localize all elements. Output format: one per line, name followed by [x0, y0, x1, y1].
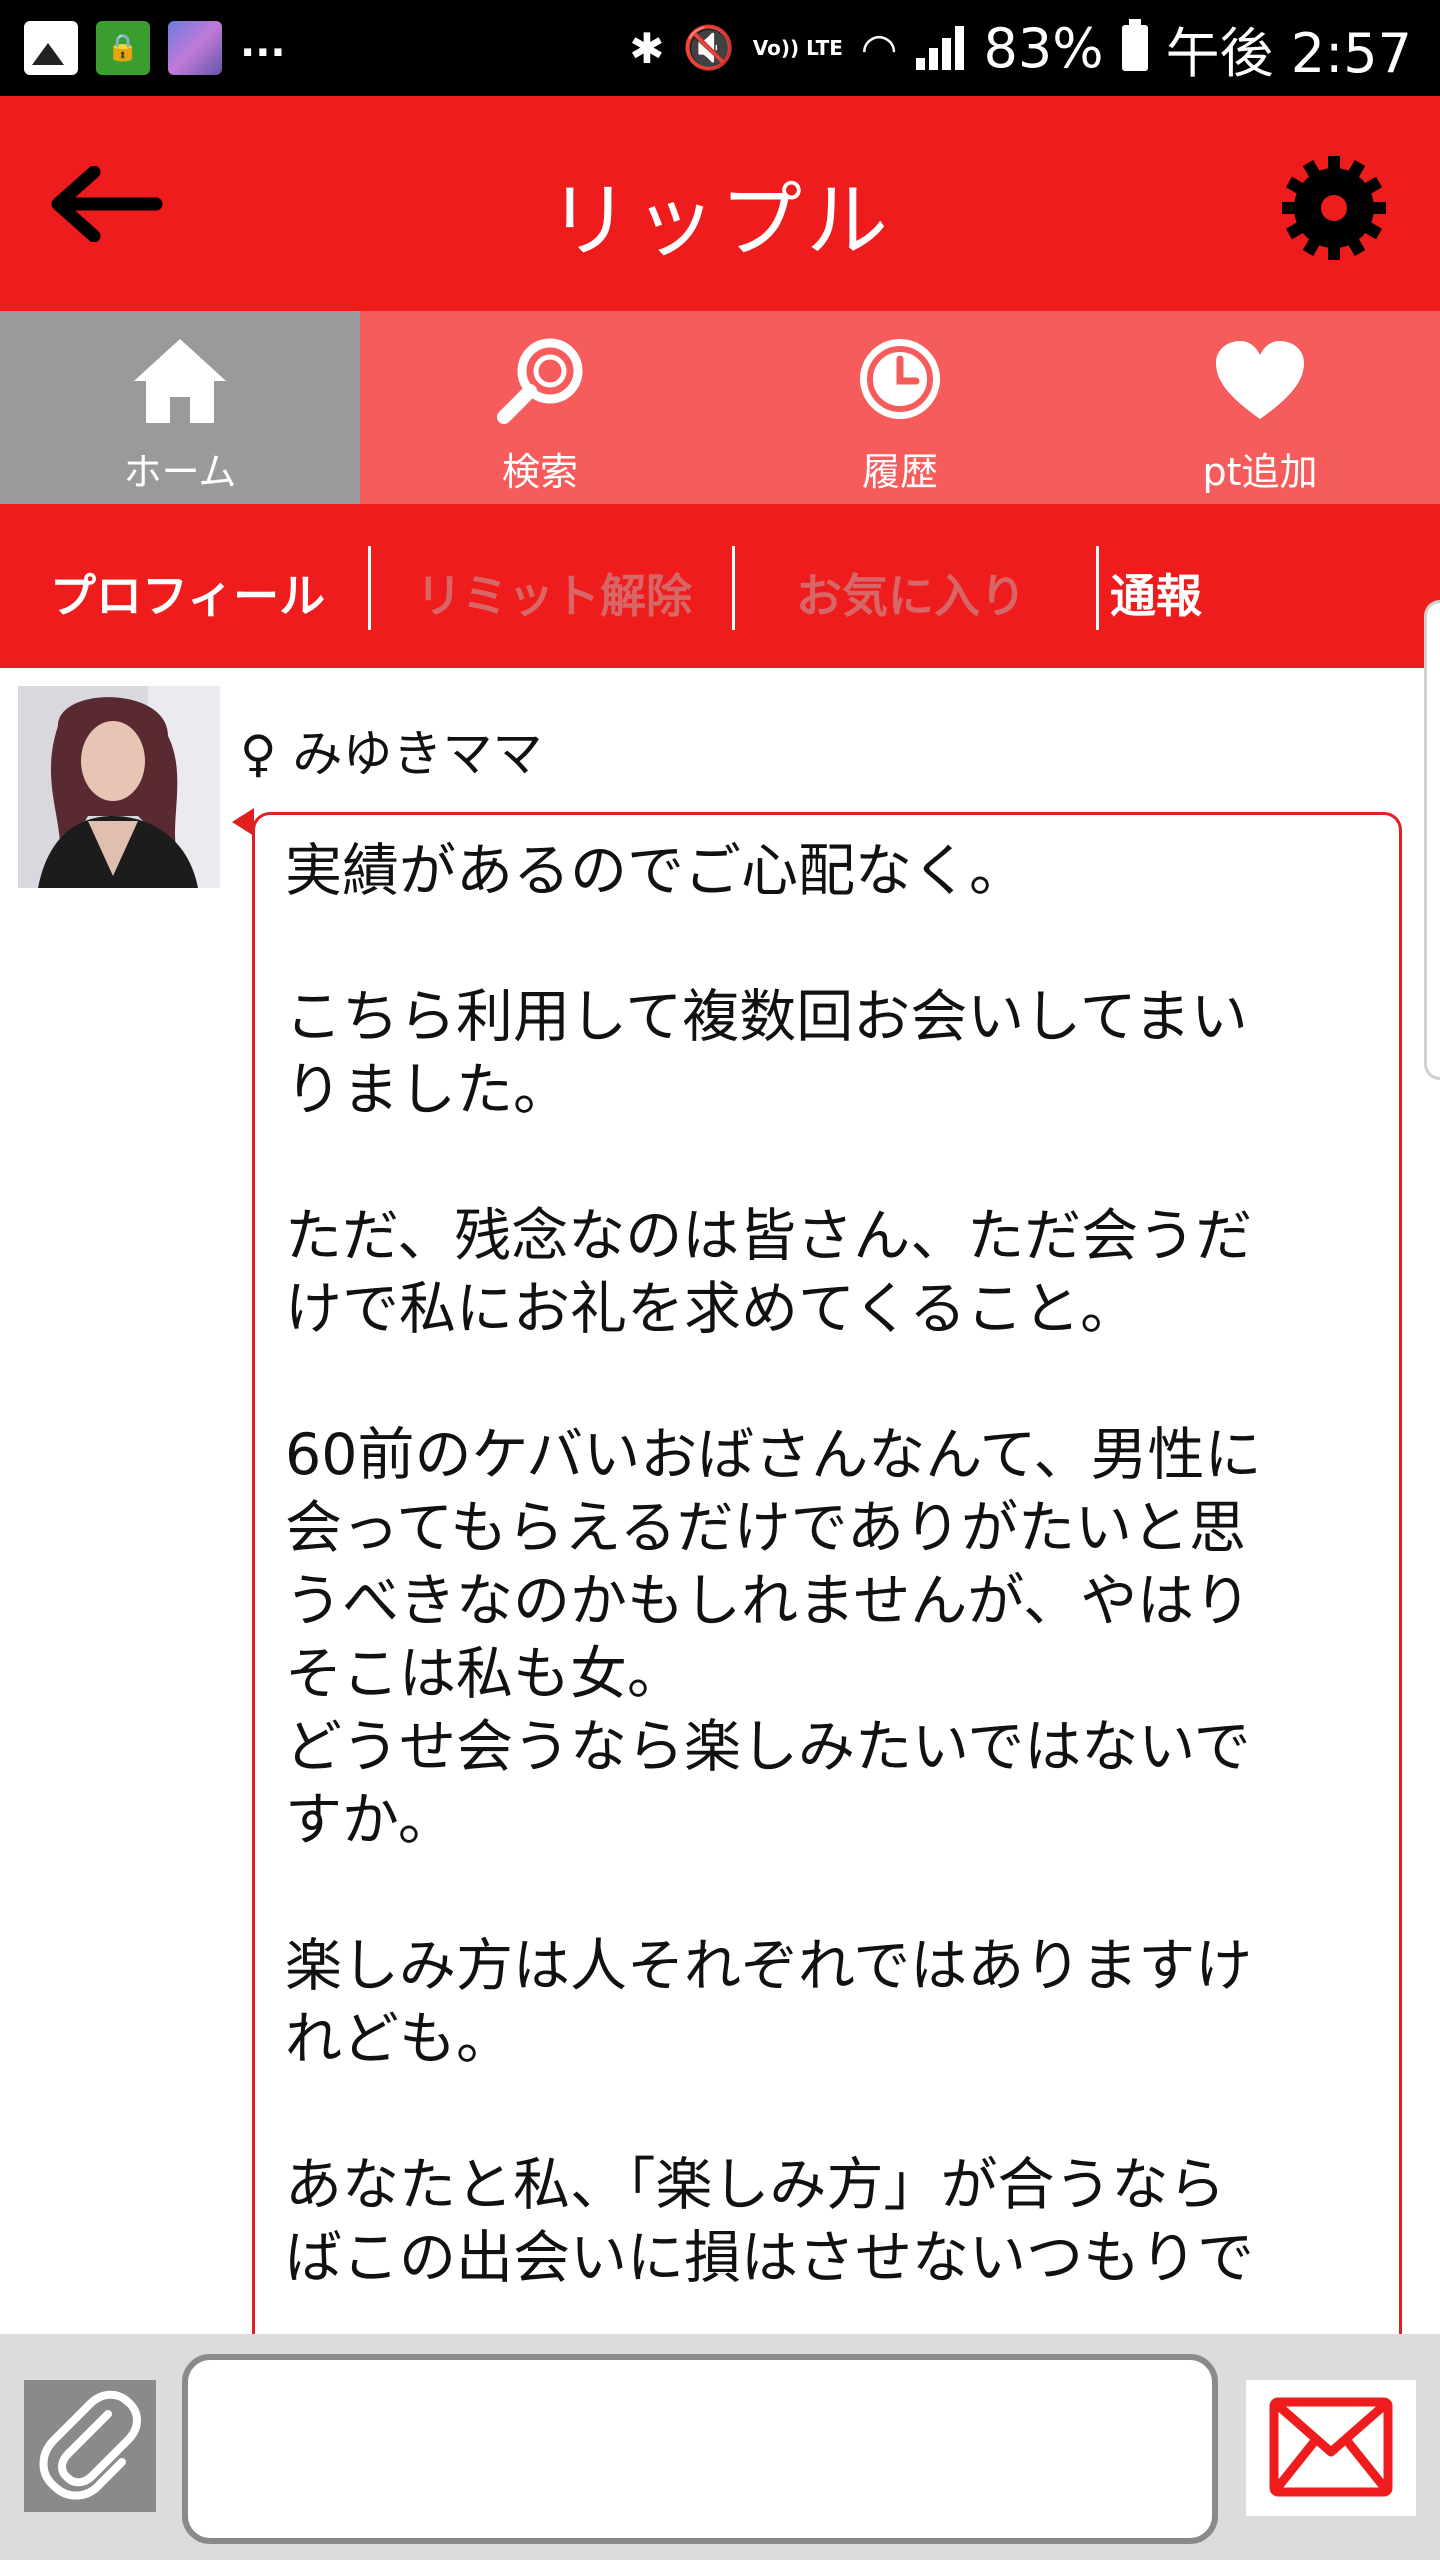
message-text: 実績があるのでご心配なく。 こちら利用して複数回お会いしてまい りました。 ただ…	[285, 838, 1262, 2291]
chat-notification-icon: 🔒	[96, 21, 150, 75]
message-bubble: 実績があるのでご心配なく。 こちら利用して複数回お会いしてまい りました。 ただ…	[252, 812, 1402, 2412]
tab-divider	[1096, 546, 1099, 630]
nav-add-points[interactable]: pt追加	[1080, 311, 1440, 504]
profile-name-row[interactable]: ♀ みゆきママ	[240, 714, 543, 786]
nav-search-label: 検索	[501, 450, 578, 494]
attach-button[interactable]	[24, 2380, 156, 2512]
heart-icon	[1216, 341, 1304, 419]
mute-icon: 🔇	[682, 23, 735, 72]
tab-divider	[732, 546, 735, 630]
paperclip-icon	[39, 2390, 141, 2500]
photo-notification-icon	[168, 21, 222, 75]
gear-icon	[1282, 156, 1386, 260]
battery-percent: 83%	[983, 16, 1104, 80]
nav-history-label: 履歴	[861, 450, 938, 494]
tab-report[interactable]: 通報	[1110, 560, 1202, 626]
notification-icons: 🔒 ...	[24, 18, 286, 78]
clock-time: 午後 2:57	[1165, 21, 1412, 85]
tab-profile[interactable]: プロフィール	[50, 560, 325, 626]
nav-home-label: ホーム	[123, 450, 237, 494]
scroll-indicator[interactable]	[1424, 600, 1440, 1080]
avatar-photo	[18, 686, 220, 888]
bubble-tail	[232, 808, 254, 836]
send-button[interactable]	[1246, 2380, 1416, 2516]
profile-name: みゆきママ	[292, 725, 543, 783]
app-title: リップル	[547, 174, 892, 269]
settings-button[interactable]	[1280, 154, 1388, 262]
wifi-icon: ◠	[860, 23, 898, 73]
volte-lte-indicator: Vo)) LTE	[752, 36, 843, 60]
tab-favorite[interactable]: お気に入り	[796, 560, 1026, 626]
tab-divider	[368, 546, 371, 630]
nav-home[interactable]: ホーム	[0, 311, 360, 504]
female-icon: ♀	[240, 725, 277, 783]
search-icon	[497, 338, 583, 424]
message-input[interactable]	[182, 2354, 1218, 2544]
nav-add-points-label: pt追加	[1202, 450, 1318, 494]
clock-icon	[860, 339, 940, 419]
avatar[interactable]	[18, 686, 220, 888]
sub-tabs: プロフィール リミット解除 お気に入り 通報	[0, 504, 1440, 668]
signal-icon	[915, 26, 966, 70]
nav-history[interactable]: 履歴	[720, 311, 1080, 504]
battery-icon	[1121, 19, 1148, 71]
bluetooth-icon: ✱	[629, 23, 665, 73]
mail-icon	[1269, 2397, 1393, 2497]
compose-bar	[0, 2334, 1440, 2560]
home-icon	[134, 339, 226, 423]
main-nav: ホーム 検索 履歴 pt追加	[0, 311, 1440, 504]
tab-limit-release[interactable]: リミット解除	[416, 560, 692, 626]
status-bar: 🔒 ... ✱ 🔇 Vo)) LTE ◠ 83% 午後 2:57	[0, 0, 1440, 96]
more-notifications: ...	[240, 20, 286, 66]
nav-search[interactable]: 検索	[360, 311, 720, 504]
system-icons: ✱ 🔇 Vo)) LTE ◠ 83% 午後 2:57	[629, 10, 1412, 86]
gallery-notification-icon	[24, 21, 78, 75]
app-bar: リップル	[0, 96, 1440, 311]
